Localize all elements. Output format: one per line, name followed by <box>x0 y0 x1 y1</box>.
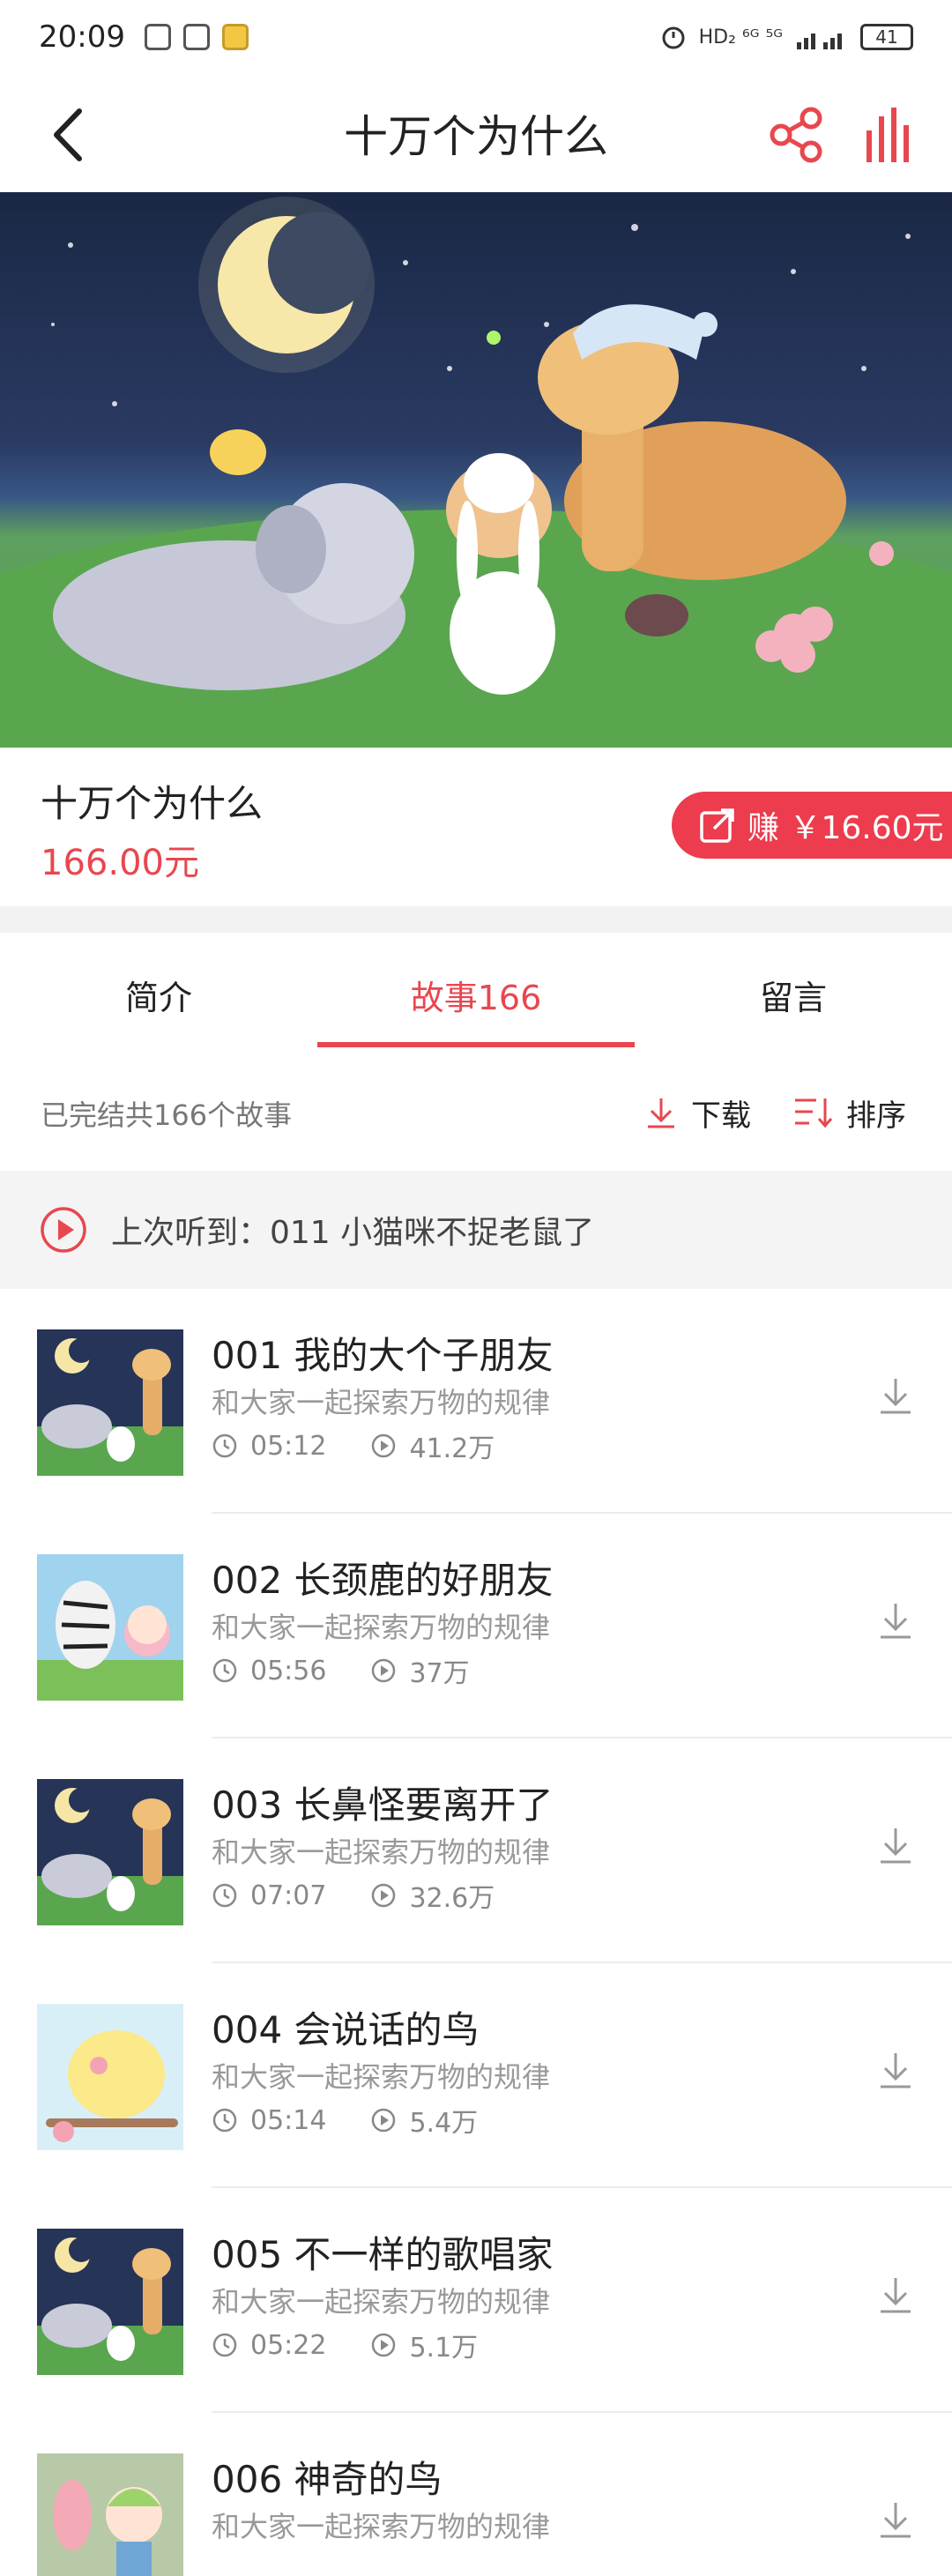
episode-play-count: 5.4万 <box>409 2108 479 2139</box>
episode-thumbnail <box>37 2004 183 2150</box>
episode-play-count: 41.2万 <box>409 1433 495 1464</box>
play-count-icon <box>372 1883 396 1908</box>
album-info: 十万个为什么 166.00元 赚 ￥16.60元 <box>0 748 952 906</box>
clock-icon <box>212 2108 237 2133</box>
episode-title: 001 我的大个子朋友 <box>212 1334 554 1377</box>
app-badge-icon <box>221 24 249 50</box>
download-icon[interactable] <box>878 2499 913 2540</box>
episode-subtitle: 和大家一起探索万物的规律 <box>212 2285 551 2319</box>
active-tab-indicator <box>317 1042 635 1047</box>
list-item[interactable]: 002 长颈鹿的好朋友 和大家一起探索万物的规律 05:56 37万 <box>0 1514 952 1738</box>
episode-title: 006 神奇的鸟 <box>212 2458 443 2501</box>
tab-intro[interactable]: 简介 <box>0 933 317 1056</box>
status-time: 20:09 <box>39 19 125 55</box>
tab-stories[interactable]: 故事166 <box>317 933 635 1056</box>
clock-icon <box>212 1658 237 1683</box>
status-right: HD₂ ⁶ᴳ ⁵ᴳ 41 <box>660 24 913 50</box>
episode-subtitle: 和大家一起探索万物的规律 <box>212 1386 551 1419</box>
nav-bar: 十万个为什么 <box>0 74 952 192</box>
list-toolbar: 已完结共166个故事 下载 排序 <box>0 1056 952 1171</box>
episode-play-count: 5.1万 <box>409 2333 479 2364</box>
episode-duration: 05:56 <box>250 1655 327 1686</box>
episode-play-count: 37万 <box>409 1658 470 1689</box>
download-label: 下载 <box>691 1098 751 1134</box>
episode-duration: 05:22 <box>250 2329 327 2361</box>
episode-meta: 05:14 5.4万 <box>212 2101 522 2140</box>
sort-button[interactable]: 排序 <box>793 1088 906 1137</box>
download-icon[interactable] <box>878 2274 913 2315</box>
episode-thumbnail <box>37 2229 183 2375</box>
playing-bars-icon[interactable] <box>859 104 921 166</box>
section-divider <box>0 906 952 933</box>
play-count-icon <box>372 2333 396 2357</box>
list-item[interactable]: 003 长鼻怪要离开了 和大家一起探索万物的规律 07:07 32.6万 <box>0 1738 952 1963</box>
list-item[interactable]: 001 我的大个子朋友 和大家一起探索万物的规律 05:12 41.2万 <box>0 1289 952 1514</box>
signal-icon <box>797 34 842 49</box>
download-icon[interactable] <box>878 1825 913 1865</box>
share-out-icon <box>700 808 734 843</box>
play-count-icon <box>372 2108 396 2133</box>
episode-meta: 05:56 37万 <box>212 1651 514 1690</box>
earn-label: 赚 ￥16.60元 <box>747 810 944 846</box>
play-circle-icon <box>41 1207 86 1253</box>
list-item[interactable]: 005 不一样的歌唱家 和大家一起探索万物的规律 05:22 5.1万 <box>0 2188 952 2413</box>
app-notification-icon <box>144 24 171 50</box>
status-bar: 20:09 HD₂ ⁶ᴳ ⁵ᴳ 41 <box>0 0 952 74</box>
episode-play-count: 32.6万 <box>409 1883 495 1914</box>
episode-meta: 07:07 32.6万 <box>212 1876 539 1915</box>
episode-meta: 05:12 41.2万 <box>212 1426 539 1465</box>
network-indicators: HD₂ ⁶ᴳ ⁵ᴳ <box>698 26 783 48</box>
download-icon[interactable] <box>878 1375 913 1416</box>
play-count-icon <box>372 1658 396 1683</box>
download-icon <box>648 1098 674 1128</box>
episode-subtitle: 和大家一起探索万物的规律 <box>212 2510 551 2543</box>
last-played-bar[interactable]: 上次听到：011 小猫咪不捉老鼠了 <box>0 1171 952 1289</box>
episode-title: 002 长颈鹿的好朋友 <box>212 1559 554 1602</box>
episode-duration: 05:14 <box>250 2104 327 2136</box>
tab-comments[interactable]: 留言 <box>635 933 952 1056</box>
list-item[interactable]: 006 神奇的鸟 和大家一起探索万物的规律 <box>0 2413 952 2576</box>
alarm-icon <box>662 26 685 49</box>
sort-icon <box>795 1098 833 1128</box>
album-price: 166.00元 <box>41 843 199 883</box>
clock-icon <box>212 1883 237 1908</box>
episode-thumbnail <box>37 1554 183 1701</box>
download-icon[interactable] <box>878 2050 913 2090</box>
episode-duration: 05:12 <box>250 1430 327 1462</box>
episode-duration: 07:07 <box>250 1880 327 1911</box>
episode-subtitle: 和大家一起探索万物的规律 <box>212 1835 551 1869</box>
play-count-icon <box>372 1433 396 1458</box>
episode-subtitle: 和大家一起探索万物的规律 <box>212 1611 551 1644</box>
episode-thumbnail <box>37 1779 183 1925</box>
share-icon[interactable] <box>765 104 827 166</box>
list-item[interactable]: 004 会说话的鸟 和大家一起探索万物的规律 05:14 5.4万 <box>0 1963 952 2188</box>
clock-icon <box>212 1433 237 1458</box>
tab-bar: 简介 故事166 留言 <box>0 933 952 1056</box>
episode-title: 003 长鼻怪要离开了 <box>212 1783 554 1827</box>
episode-meta: 05:22 5.1万 <box>212 2326 522 2364</box>
episode-thumbnail <box>37 1329 183 1476</box>
clock-icon <box>212 2333 237 2357</box>
episode-title: 005 不一样的歌唱家 <box>212 2233 554 2276</box>
album-title: 十万个为什么 <box>41 782 264 825</box>
battery-icon: 41 <box>860 24 913 50</box>
file-notification-icon <box>182 24 210 50</box>
episode-title: 004 会说话的鸟 <box>212 2008 480 2051</box>
sort-label: 排序 <box>846 1098 906 1134</box>
episode-subtitle: 和大家一起探索万物的规律 <box>212 2060 551 2094</box>
download-button[interactable]: 下载 <box>643 1088 751 1137</box>
album-cover-banner <box>0 192 952 748</box>
notification-icons <box>144 24 249 50</box>
share-earn-button[interactable]: 赚 ￥16.60元 <box>672 792 952 859</box>
back-icon[interactable] <box>44 104 97 166</box>
download-icon[interactable] <box>878 1600 913 1641</box>
story-count-summary: 已完结共166个故事 <box>41 1098 293 1132</box>
last-played-text: 上次听到：011 小猫咪不捉老鼠了 <box>111 1215 595 1251</box>
banner-illustration <box>0 197 952 748</box>
episode-thumbnail <box>37 2453 183 2576</box>
